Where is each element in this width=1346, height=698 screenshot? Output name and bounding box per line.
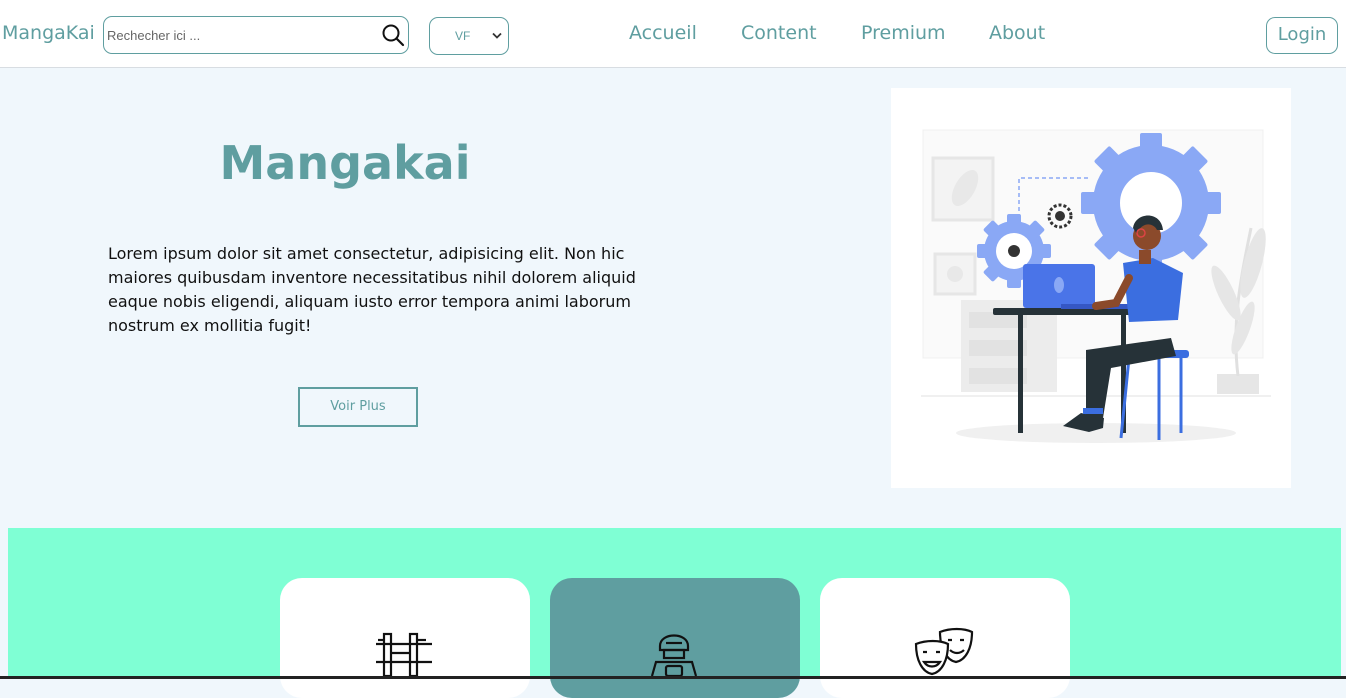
hero-illustration xyxy=(891,88,1291,488)
top-navbar: MangaKai VF Accueil Content Premium Abou… xyxy=(0,0,1346,68)
feature-card-theater[interactable] xyxy=(820,578,1070,698)
nav-link-about[interactable]: About xyxy=(989,22,1045,44)
robot-icon xyxy=(650,634,698,676)
voir-plus-button[interactable]: Voir Plus xyxy=(298,387,418,427)
login-button[interactable]: Login xyxy=(1266,17,1338,54)
feature-card-robot[interactable] xyxy=(550,578,800,698)
feature-card-torii[interactable] xyxy=(280,578,530,698)
theater-masks-icon xyxy=(914,627,974,676)
torii-gate-icon xyxy=(376,632,432,676)
brand-logo[interactable]: MangaKai xyxy=(2,22,95,44)
chevron-down-icon xyxy=(492,32,502,39)
search-box xyxy=(103,16,409,54)
nav-link-content[interactable]: Content xyxy=(741,22,817,44)
search-input[interactable] xyxy=(107,25,372,45)
search-icon[interactable] xyxy=(381,23,405,47)
person-at-laptop-illustration xyxy=(921,129,1271,443)
nav-link-premium[interactable]: Premium xyxy=(861,22,946,44)
language-select-value: VF xyxy=(455,29,471,43)
nav-link-accueil[interactable]: Accueil xyxy=(629,22,697,44)
language-select[interactable]: VF xyxy=(429,17,509,55)
hero-title: Mangakai xyxy=(219,136,471,190)
hero-description: Lorem ipsum dolor sit amet consectetur, … xyxy=(108,244,636,335)
